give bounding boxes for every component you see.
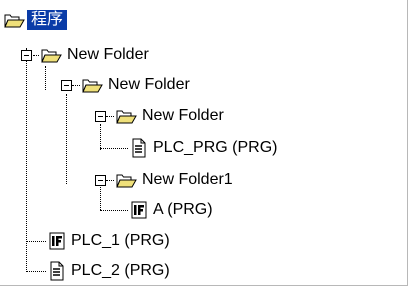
collapse-toggle[interactable] — [95, 111, 106, 122]
document-icon — [48, 261, 66, 281]
tree-pou-label: A (PRG) — [153, 201, 213, 218]
open-folder-icon — [4, 12, 25, 29]
tree-folder[interactable]: New Folder — [116, 101, 226, 131]
collapse-toggle[interactable] — [61, 80, 72, 91]
tree-folder[interactable]: New Folder1 — [116, 165, 235, 195]
collapse-toggle[interactable] — [21, 50, 32, 61]
tree-folder[interactable]: New Folder — [41, 40, 151, 70]
tree-folder[interactable]: New Folder — [82, 70, 192, 100]
tree-connector — [66, 94, 67, 184]
tree-folder-label: New Folder1 — [142, 171, 233, 188]
tree-pou-label: PLC_1 (PRG) — [71, 232, 170, 249]
tree-folder-label: New Folder — [67, 46, 149, 63]
project-tree[interactable]: 程序 New Folder New Folder New Folder PLC_… — [0, 0, 408, 286]
open-folder-icon — [41, 47, 62, 64]
tree-connector — [26, 271, 46, 272]
tree-folder-label: New Folder — [108, 76, 190, 93]
tree-connector — [100, 184, 101, 210]
tree-root-label: 程序 — [27, 10, 68, 30]
collapse-toggle[interactable] — [95, 175, 106, 186]
tree-connector — [106, 116, 114, 117]
function-block-icon — [48, 231, 66, 251]
open-folder-icon — [116, 108, 137, 125]
tree-root[interactable]: 程序 — [4, 5, 68, 35]
tree-pou[interactable]: PLC_1 (PRG) — [48, 226, 172, 256]
tree-connector — [100, 124, 101, 150]
function-block-icon — [130, 200, 148, 220]
open-folder-icon — [82, 77, 103, 94]
tree-pou[interactable]: PLC_2 (PRG) — [48, 256, 172, 286]
tree-connector — [26, 48, 27, 272]
tree-connector — [72, 85, 80, 86]
tree-pou-label: PLC_PRG (PRG) — [153, 139, 278, 156]
tree-connector — [100, 210, 128, 211]
tree-folder-label: New Folder — [142, 107, 224, 124]
open-folder-icon — [116, 172, 137, 189]
tree-pou[interactable]: PLC_PRG (PRG) — [130, 133, 279, 163]
document-icon — [130, 138, 148, 158]
tree-connector — [26, 241, 46, 242]
tree-connector — [100, 148, 128, 149]
tree-pou[interactable]: A (PRG) — [130, 195, 215, 225]
tree-connector — [106, 180, 114, 181]
tree-pou-label: PLC_2 (PRG) — [71, 262, 170, 279]
tree-connector — [33, 55, 39, 56]
